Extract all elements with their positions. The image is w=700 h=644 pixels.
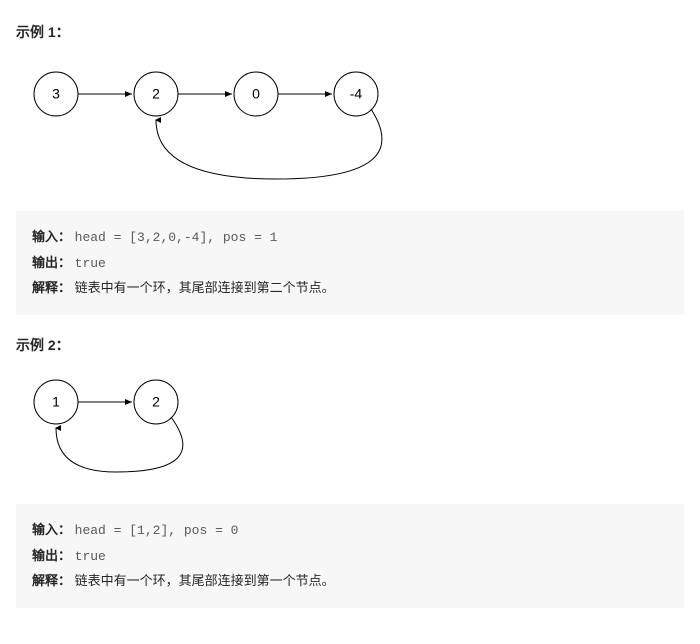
ll-node-value: 2 (152, 394, 160, 410)
output-label: 输出： (32, 255, 71, 270)
example-2-title: 示例 2： (16, 335, 684, 355)
ll-node: 0 (234, 72, 278, 116)
input-label: 输入： (32, 522, 71, 537)
explain-label: 解释： (32, 280, 71, 295)
example-2-codeblock: 输入： head = [1,2], pos = 0 输出： true 解释： 链… (16, 504, 684, 608)
output-value: true (75, 256, 106, 271)
explain-label: 解释： (32, 573, 71, 588)
ll-cycle-arrow (156, 109, 382, 179)
ll-node-value: 1 (52, 394, 60, 410)
input-label: 输入： (32, 229, 71, 244)
ll-node-value: 0 (252, 86, 260, 102)
ll-node-value: -4 (350, 86, 363, 102)
ll-node-value: 3 (52, 86, 60, 102)
example-1-diagram: 3 2 0 -4 (16, 54, 684, 197)
ll-node: 1 (34, 380, 78, 424)
explain-value: 链表中有一个环，其尾部连接到第一个节点。 (75, 573, 335, 588)
input-value: head = [1,2], pos = 0 (75, 523, 239, 538)
explain-value: 链表中有一个环，其尾部连接到第二个节点。 (75, 280, 335, 295)
output-label: 输出： (32, 548, 71, 563)
ll-node-value: 2 (152, 86, 160, 102)
example-1-title: 示例 1： (16, 22, 684, 42)
ll-node: 3 (34, 72, 78, 116)
example-2-diagram: 1 2 (16, 367, 684, 490)
input-value: head = [3,2,0,-4], pos = 1 (75, 230, 278, 245)
ll-cycle-arrow (56, 417, 183, 472)
example-1-codeblock: 输入： head = [3,2,0,-4], pos = 1 输出： true … (16, 211, 684, 315)
output-value: true (75, 549, 106, 564)
ll-node: 2 (134, 72, 178, 116)
